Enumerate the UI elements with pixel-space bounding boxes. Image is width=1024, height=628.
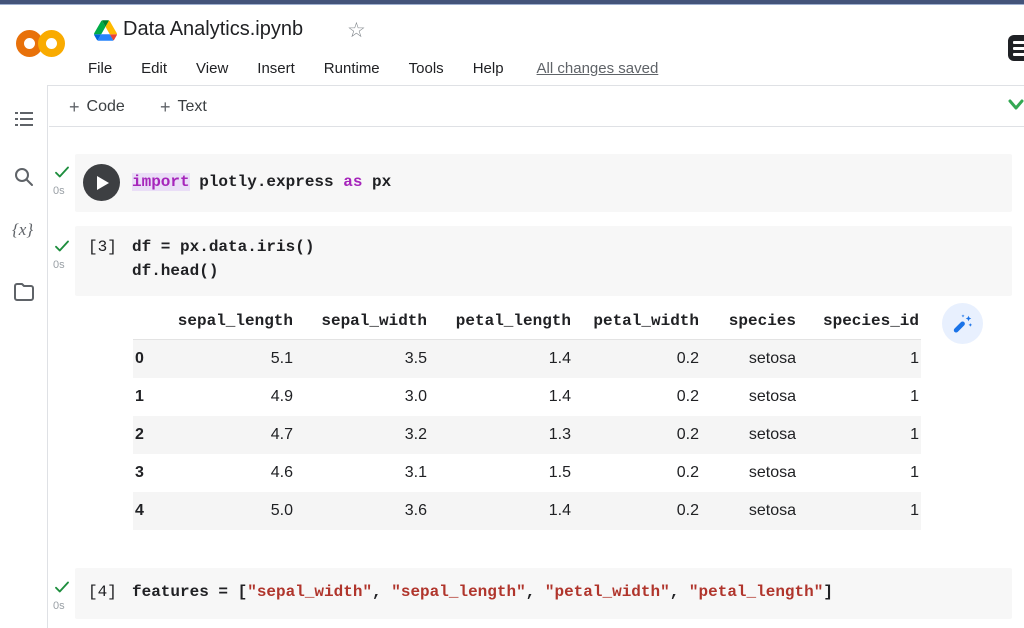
table-cell: 0.2 bbox=[573, 454, 701, 492]
search-icon[interactable] bbox=[12, 165, 36, 189]
star-icon[interactable]: ☆ bbox=[347, 18, 366, 43]
menu-runtime[interactable]: Runtime bbox=[324, 60, 380, 77]
table-cell: 1.5 bbox=[429, 454, 573, 492]
table-cell: 3.2 bbox=[295, 416, 429, 454]
code-line[interactable]: df.head() bbox=[132, 262, 218, 280]
table-row: 45.03.61.40.2setosa1 bbox=[133, 492, 921, 530]
add-text-label: Text bbox=[178, 98, 207, 116]
menu-tools[interactable]: Tools bbox=[409, 60, 444, 77]
notebook-title[interactable]: Data Analytics.ipynb bbox=[123, 18, 303, 41]
variables-icon[interactable]: {x} bbox=[12, 220, 36, 244]
plus-icon: + bbox=[160, 97, 171, 118]
play-icon bbox=[97, 176, 109, 190]
code-line[interactable]: df = px.data.iris() bbox=[132, 238, 314, 256]
column-header: species_id bbox=[798, 306, 921, 340]
add-text-button[interactable]: + Text bbox=[160, 94, 207, 120]
google-drive-icon bbox=[94, 20, 117, 41]
colab-logo-ring-right bbox=[38, 30, 65, 57]
code-line[interactable]: features = ["sepal_width", "sepal_length… bbox=[132, 583, 833, 601]
cell1-exec-time: 0s bbox=[53, 185, 65, 197]
header: Data Analytics.ipynb ☆ File Edit View In… bbox=[0, 5, 1024, 85]
plus-icon: + bbox=[69, 97, 80, 118]
code-cell-2[interactable]: [3] df = px.data.iris() df.head() bbox=[75, 226, 1012, 296]
column-header: species bbox=[701, 306, 798, 340]
cell3-exec-time: 0s bbox=[53, 600, 65, 612]
table-cell: setosa bbox=[701, 454, 798, 492]
table-cell: 3.1 bbox=[295, 454, 429, 492]
table-cell: 1.4 bbox=[429, 378, 573, 416]
index-header bbox=[133, 306, 167, 340]
table-cell: 3.5 bbox=[295, 340, 429, 379]
row-index-cell: 0 bbox=[133, 340, 167, 379]
column-header: petal_length bbox=[429, 306, 573, 340]
table-row: 24.73.21.30.2setosa1 bbox=[133, 416, 921, 454]
row-index-cell: 3 bbox=[133, 454, 167, 492]
cell3-success-check-icon bbox=[53, 578, 71, 596]
table-cell: setosa bbox=[701, 416, 798, 454]
execution-count: [4] bbox=[88, 583, 117, 601]
table-cell: 4.6 bbox=[167, 454, 295, 492]
table-of-contents-icon[interactable] bbox=[12, 107, 36, 131]
run-cell-button[interactable] bbox=[83, 164, 120, 201]
execution-count: [3] bbox=[88, 238, 117, 256]
table-cell: 1 bbox=[798, 492, 921, 530]
table-cell: 1 bbox=[798, 340, 921, 379]
suggest-charts-button[interactable] bbox=[942, 303, 983, 344]
magic-wand-icon bbox=[952, 313, 974, 335]
column-header: petal_width bbox=[573, 306, 701, 340]
table-cell: setosa bbox=[701, 378, 798, 416]
cell2-exec-time: 0s bbox=[53, 259, 65, 271]
table-cell: 1 bbox=[798, 454, 921, 492]
table-cell: 3.0 bbox=[295, 378, 429, 416]
colab-logo-icon[interactable] bbox=[16, 23, 74, 63]
menu-view[interactable]: View bbox=[196, 60, 228, 77]
code-cell-1[interactable]: import plotly.express as px bbox=[75, 154, 1012, 212]
table-row: 05.13.51.40.2setosa1 bbox=[133, 340, 921, 379]
table-row: 34.63.11.50.2setosa1 bbox=[133, 454, 921, 492]
table-cell: 1 bbox=[798, 378, 921, 416]
add-code-label: Code bbox=[87, 98, 125, 116]
chevron-down-icon[interactable] bbox=[1004, 92, 1024, 116]
table-cell: 0.2 bbox=[573, 378, 701, 416]
code-cell-3[interactable]: [4] features = ["sepal_width", "sepal_le… bbox=[75, 568, 1012, 619]
column-header: sepal_length bbox=[167, 306, 295, 340]
table-cell: 1.4 bbox=[429, 340, 573, 379]
row-index-cell: 2 bbox=[133, 416, 167, 454]
row-index-cell: 1 bbox=[133, 378, 167, 416]
table-cell: 0.2 bbox=[573, 340, 701, 379]
table-cell: 4.9 bbox=[167, 378, 295, 416]
table-cell: 0.2 bbox=[573, 492, 701, 530]
dataframe-output-table: sepal_length sepal_width petal_length pe… bbox=[133, 306, 921, 530]
cell1-success-check-icon bbox=[53, 163, 71, 181]
menu-edit[interactable]: Edit bbox=[141, 60, 167, 77]
table-cell: 5.1 bbox=[167, 340, 295, 379]
menu-file[interactable]: File bbox=[88, 60, 112, 77]
menu-insert[interactable]: Insert bbox=[257, 60, 295, 77]
code-line[interactable]: import plotly.express as px bbox=[132, 173, 391, 191]
table-cell: 3.6 bbox=[295, 492, 429, 530]
menu-bar: File Edit View Insert Runtime Tools Help… bbox=[88, 55, 658, 81]
left-sidebar: {x} bbox=[0, 85, 48, 628]
column-header: sepal_width bbox=[295, 306, 429, 340]
table-cell: setosa bbox=[701, 340, 798, 379]
hamburger-panel-icon[interactable] bbox=[1008, 35, 1024, 61]
row-index-cell: 4 bbox=[133, 492, 167, 530]
table-cell: 5.0 bbox=[167, 492, 295, 530]
table-cell: 1.4 bbox=[429, 492, 573, 530]
cell2-success-check-icon bbox=[53, 237, 71, 255]
table-cell: setosa bbox=[701, 492, 798, 530]
notebook-toolbar: + Code + Text bbox=[49, 86, 1024, 127]
table-cell: 0.2 bbox=[573, 416, 701, 454]
table-cell: 4.7 bbox=[167, 416, 295, 454]
menu-help[interactable]: Help bbox=[473, 60, 504, 77]
table-cell: 1 bbox=[798, 416, 921, 454]
table-row: 14.93.01.40.2setosa1 bbox=[133, 378, 921, 416]
table-cell: 1.3 bbox=[429, 416, 573, 454]
files-folder-icon[interactable] bbox=[12, 280, 36, 304]
table-header-row: sepal_length sepal_width petal_length pe… bbox=[133, 306, 921, 340]
save-status-link[interactable]: All changes saved bbox=[537, 60, 659, 77]
add-code-button[interactable]: + Code bbox=[69, 94, 125, 120]
